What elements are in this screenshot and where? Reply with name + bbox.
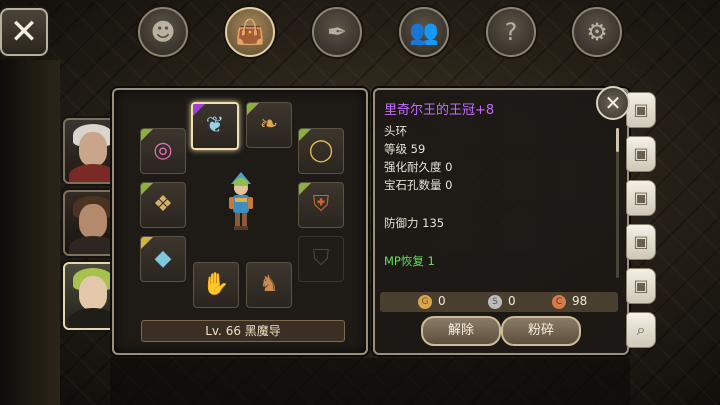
equip-slot-shield-empty[interactable]: ⛉ <box>298 236 344 282</box>
item-info-panel: 里奇尔王的王冠+8 头环 等级 59 强化耐久度 0 宝石孔数量 0 防御力 1… <box>373 88 629 355</box>
bracelet-icon: ◯ <box>308 138 334 163</box>
armor-icon: ⛨ <box>312 192 330 217</box>
amulet-icon: ❧ <box>259 112 279 137</box>
rarity-corner <box>193 104 205 116</box>
gold-coin-value: 0 <box>438 294 446 308</box>
tab-settings[interactable]: ⚙ <box>572 7 622 57</box>
item-durability: 强化耐久度 0 <box>384 160 453 174</box>
portrait-face <box>79 132 107 166</box>
bag-icon: ▣ <box>633 232 649 251</box>
equip-slot-gauntlet[interactable]: ❖ <box>140 182 186 228</box>
bag-icon: ▣ <box>633 188 649 207</box>
copper-coin-value: 98 <box>572 294 588 308</box>
gauntlet-icon: ❖ <box>153 192 173 217</box>
bag-icon: ▣ <box>633 100 649 119</box>
gold-coin-icon: G <box>418 295 432 309</box>
hero-sprite <box>229 172 253 230</box>
item-type: 头环 <box>384 124 407 138</box>
ring-icon: ◎ <box>153 138 173 163</box>
silver-coin-icon: S <box>488 295 502 309</box>
close-button[interactable]: ✕ <box>0 8 48 56</box>
silver-coin-value: 0 <box>508 294 516 308</box>
bag-tab-search[interactable]: ⌕ <box>626 312 656 348</box>
rarity-corner <box>299 183 311 195</box>
character-level-class: Lv. 66 黑魔导 <box>141 320 345 342</box>
gear-icon: ⚙ <box>586 18 608 46</box>
equip-slot-boots[interactable]: ♞ <box>246 262 292 308</box>
equip-slot-ring[interactable]: ◎ <box>140 128 186 174</box>
tab-character[interactable]: ☻ <box>138 7 188 57</box>
item-title: 里奇尔王的王冠+8 <box>384 103 495 118</box>
bag-tab-5[interactable]: ▣ <box>626 268 656 304</box>
equip-slot-amulet[interactable]: ❧ <box>246 102 292 148</box>
bag-tab-2[interactable]: ▣ <box>626 136 656 172</box>
currency-bar: G 0 S 0 C 98 <box>380 292 618 312</box>
head-icon: ☻ <box>150 18 176 46</box>
bag-tab-4[interactable]: ▣ <box>626 224 656 260</box>
feather-icon: ✒ <box>326 18 348 46</box>
smash-button[interactable]: 粉碎 <box>501 316 581 346</box>
tab-inventory[interactable]: 👜 <box>225 7 275 57</box>
rarity-corner <box>299 129 311 141</box>
portrait-body <box>69 308 117 328</box>
bag-icon: ▣ <box>633 144 649 163</box>
party-icon: 👥 <box>409 18 439 46</box>
gloves-icon: ✋ <box>202 272 230 297</box>
shield-placeholder-icon: ⛉ <box>312 246 330 271</box>
item-level: 等级 59 <box>384 142 426 156</box>
search-icon: ⌕ <box>636 320 646 339</box>
rarity-corner <box>141 183 153 195</box>
portrait-face <box>79 276 107 310</box>
scene-wall-left <box>0 60 60 405</box>
quest-scroll-icon: ? <box>504 18 518 46</box>
equip-slot-bracelet[interactable]: ◯ <box>298 128 344 174</box>
item-mp-recovery: MP恢复 1 <box>384 254 435 268</box>
copper-coin-icon: C <box>552 295 566 309</box>
rarity-corner <box>141 129 153 141</box>
equip-slot-gem[interactable]: ◆ <box>140 236 186 282</box>
close-icon: ✕ <box>9 12 39 52</box>
equip-slot-armor[interactable]: ⛨ <box>298 182 344 228</box>
tab-quests[interactable]: ? <box>486 7 536 57</box>
portrait-body <box>69 164 117 182</box>
bag-icon: 👜 <box>235 18 265 46</box>
rarity-corner <box>247 103 259 115</box>
boots-icon: ♞ <box>259 272 279 297</box>
rarity-corner <box>141 237 153 249</box>
tab-skills[interactable]: ✒ <box>312 7 362 57</box>
portrait-face <box>79 204 107 238</box>
close-icon: ✕ <box>604 91 622 115</box>
info-close-button[interactable]: ✕ <box>596 86 630 120</box>
disassemble-button[interactable]: 解除 <box>421 316 501 346</box>
bag-tab-1[interactable]: ▣ <box>626 92 656 128</box>
info-scrollbar[interactable] <box>616 128 619 278</box>
equip-slot-gloves[interactable]: ✋ <box>193 262 239 308</box>
scene-floor-bottom <box>110 358 630 405</box>
bag-icon: ▣ <box>633 276 649 295</box>
item-defense: 防御力 135 <box>384 216 445 230</box>
portrait-body <box>69 236 117 254</box>
equipment-panel: ❦ ❧ ◎ ◯ ❖ ⛨ ◆ ⛉ ✋ ♞ Lv. 66 黑魔导 <box>112 88 368 355</box>
item-sockets: 宝石孔数量 0 <box>384 178 453 192</box>
bag-tab-3[interactable]: ▣ <box>626 180 656 216</box>
scrollbar-thumb[interactable] <box>616 128 619 152</box>
tab-party[interactable]: 👥 <box>399 7 449 57</box>
necklace-icon: ❦ <box>205 113 225 138</box>
gem-icon: ◆ <box>154 246 172 271</box>
equip-slot-necklace[interactable]: ❦ <box>191 102 239 150</box>
